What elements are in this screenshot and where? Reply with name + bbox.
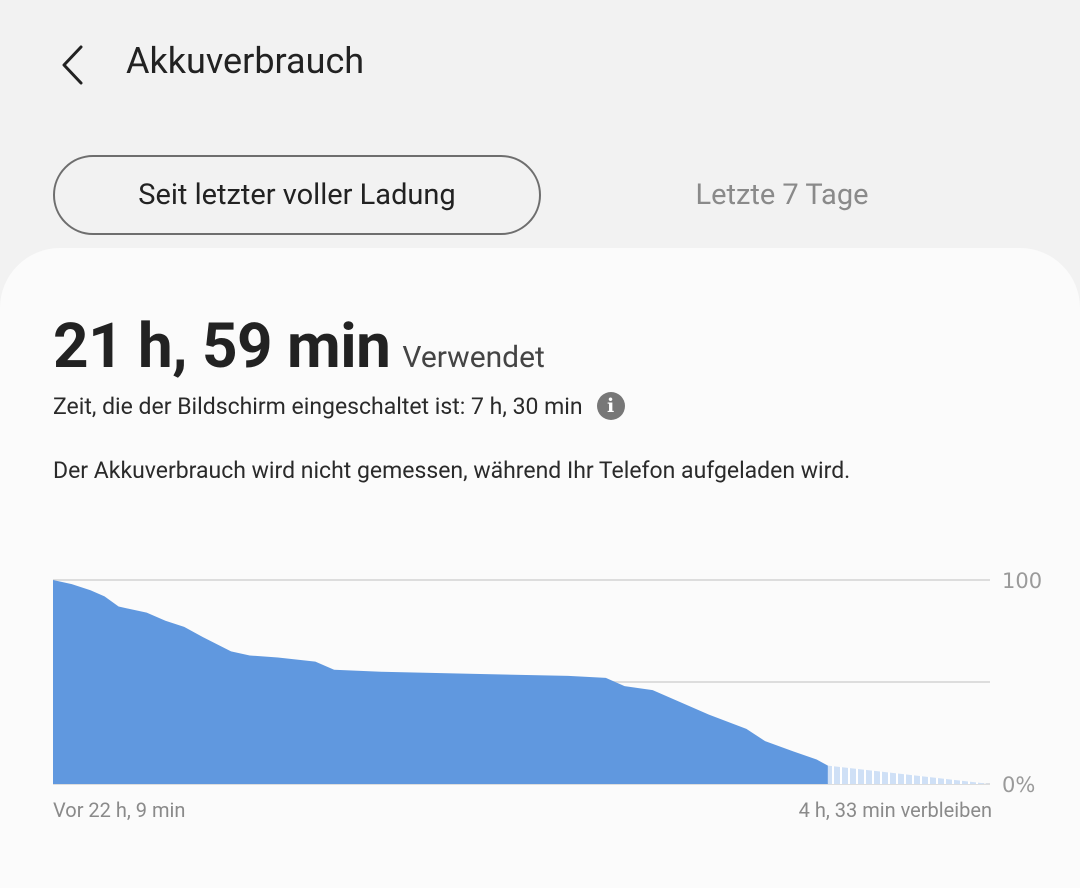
- used-time-label: Verwendet: [402, 340, 545, 375]
- screen-on-time-row: Zeit, die der Bildschirm eingeschaltet i…: [53, 392, 625, 420]
- usage-summary: 21 h, 59 min Verwendet: [53, 310, 545, 383]
- battery-chart-svg: 100 0%: [53, 569, 1042, 797]
- chart-x-start-label: Vor 22 h, 9 min: [53, 798, 186, 822]
- chevron-left-icon: [62, 45, 83, 85]
- page-title: Akkuverbrauch: [126, 40, 365, 82]
- chart-y-tick-100: 100: [1002, 569, 1042, 593]
- charging-notice: Der Akkuverbrauch wird nicht gemessen, w…: [53, 457, 851, 484]
- back-button[interactable]: [48, 38, 96, 92]
- tab-since-last-full-charge[interactable]: Seit letzter voller Ladung: [53, 155, 541, 235]
- chart-x-end-label: 4 h, 33 min verbleiben: [798, 798, 992, 822]
- app-header: Akkuverbrauch: [0, 0, 1080, 130]
- screen-on-time-text: Zeit, die der Bildschirm eingeschaltet i…: [53, 392, 583, 420]
- period-tabs: Seit letzter voller Ladung Letzte 7 Tage: [53, 155, 1033, 235]
- tab-last-7-days[interactable]: Letzte 7 Tage: [601, 155, 963, 235]
- used-time-value: 21 h, 59 min: [53, 310, 391, 383]
- chart-y-tick-0: 0%: [1002, 773, 1035, 797]
- chart-area-projected: [827, 765, 990, 784]
- info-icon[interactable]: i: [596, 392, 625, 420]
- battery-chart: 100 0%: [0, 560, 1080, 830]
